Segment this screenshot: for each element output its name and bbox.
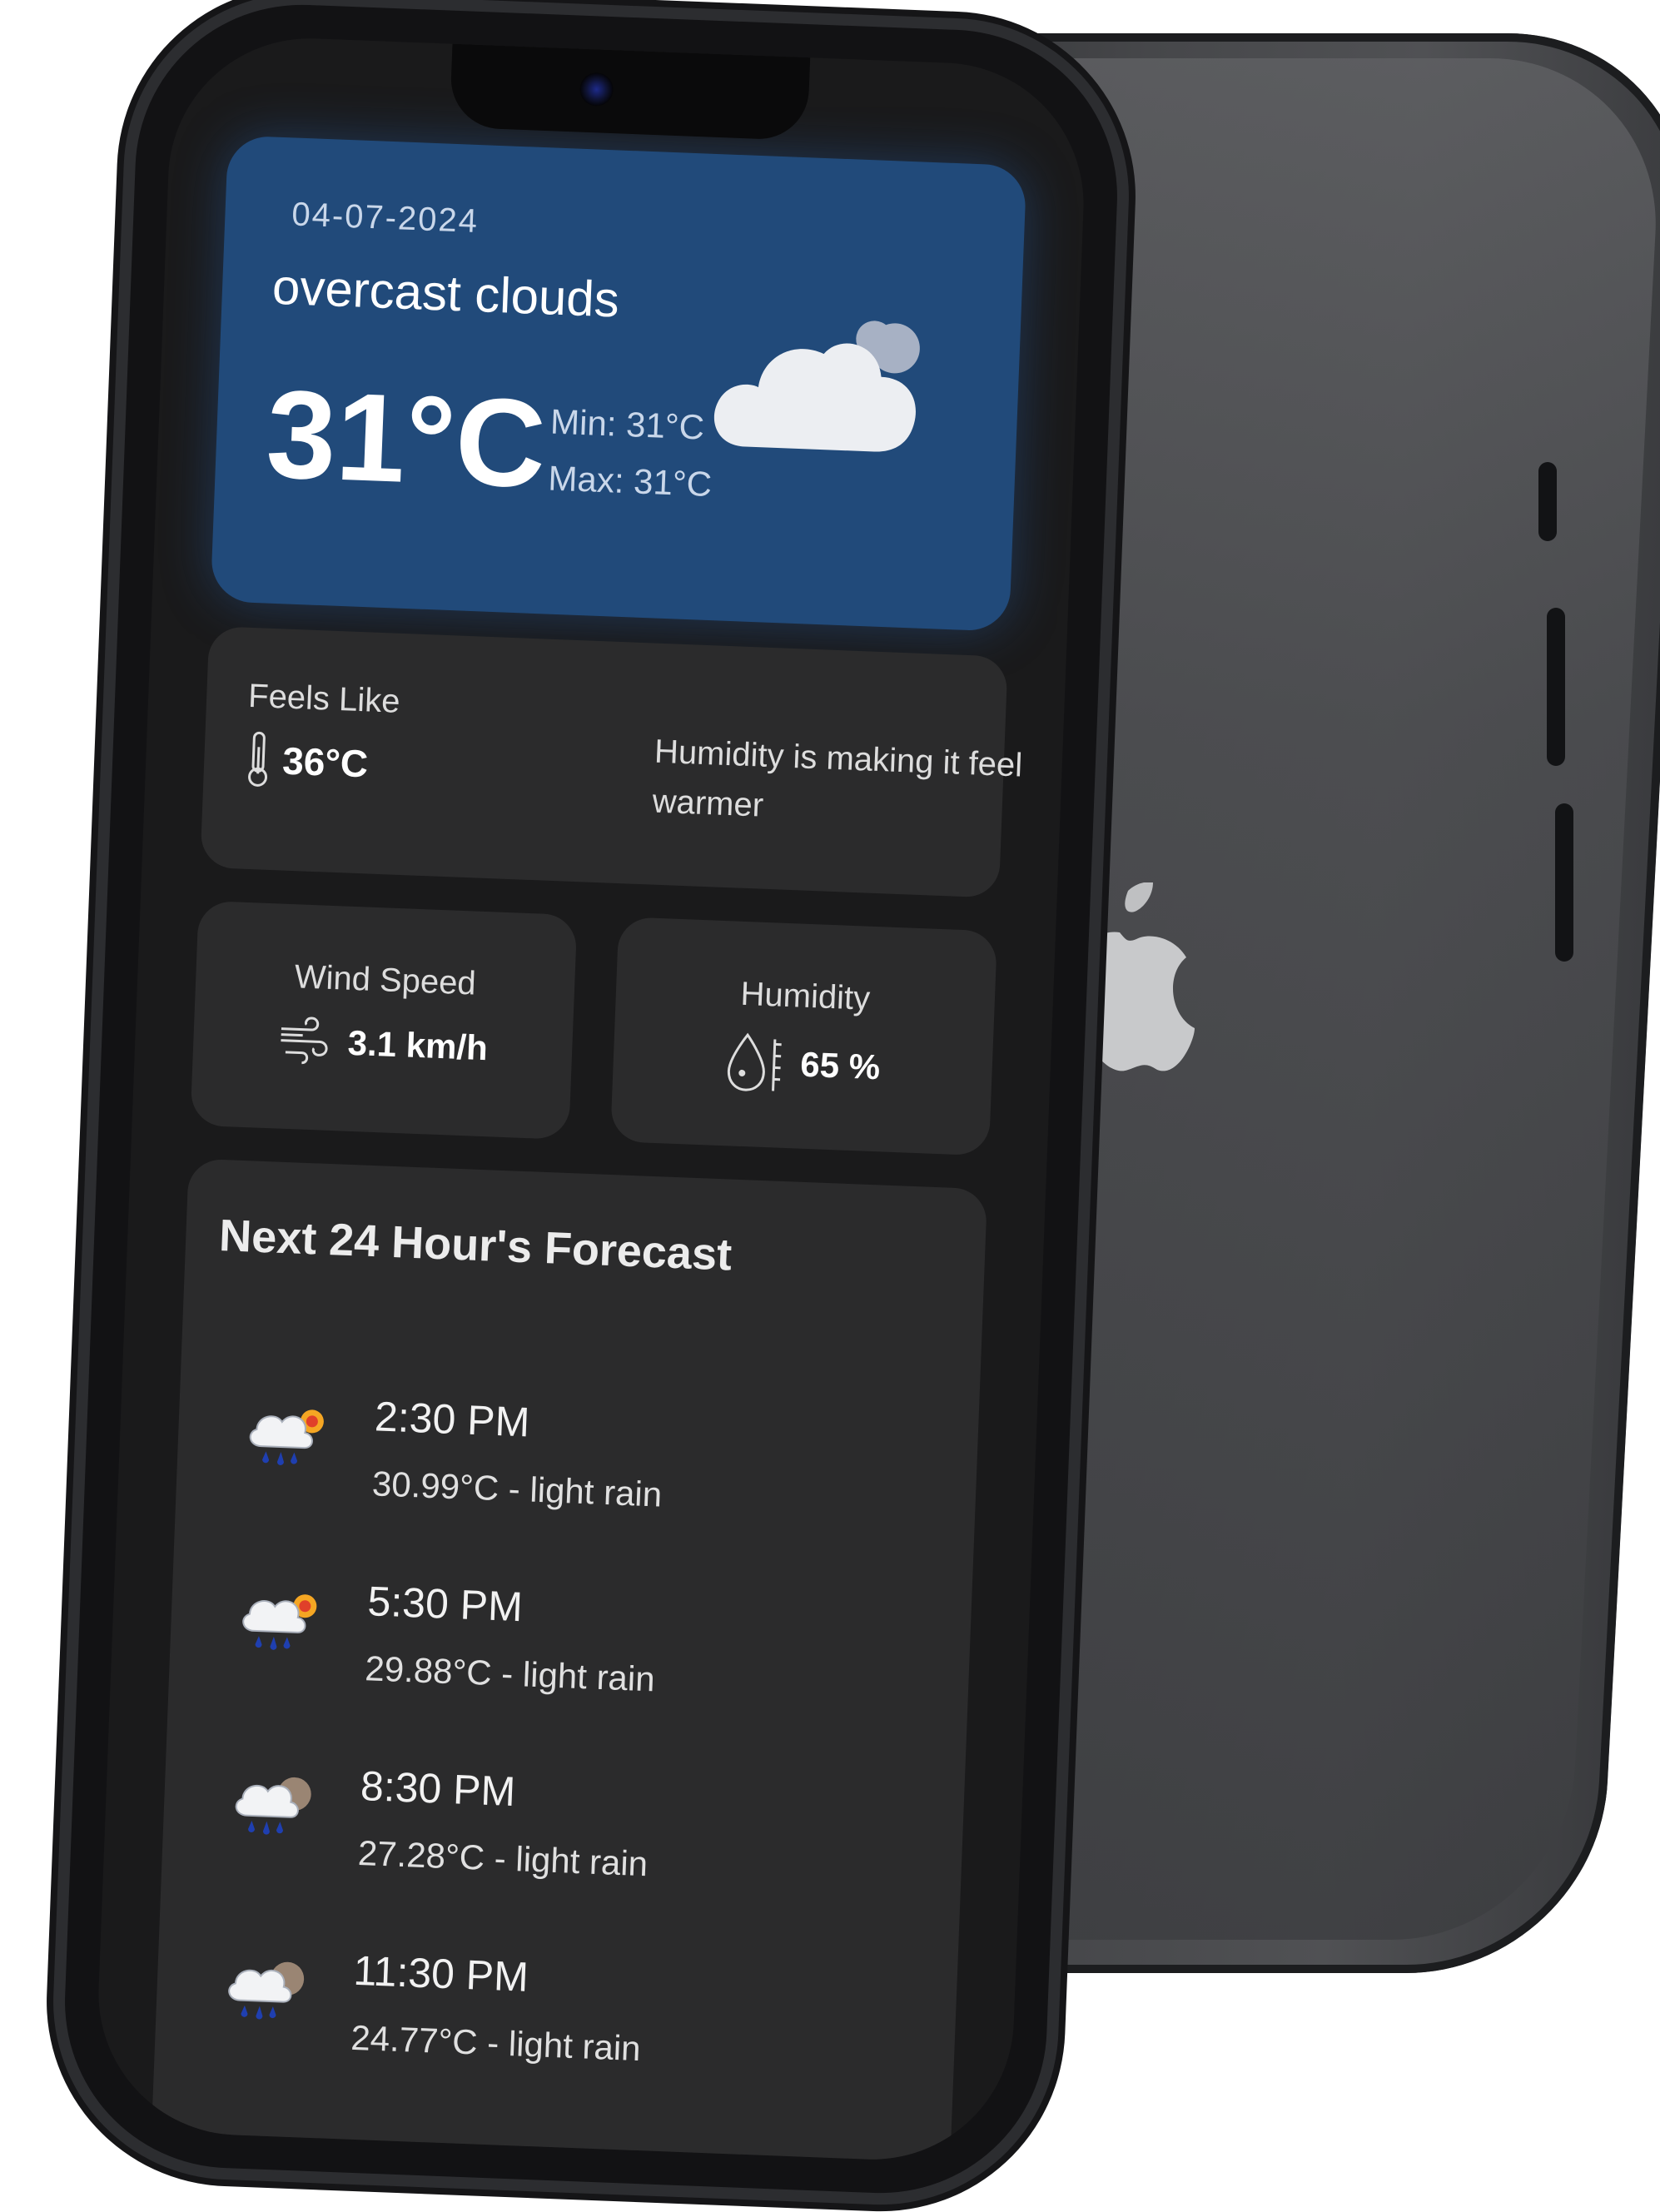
current-date: 04-07-2024 xyxy=(291,196,480,241)
notch xyxy=(449,43,811,142)
forecast-item: 11:30 PM 24.77°C - light rain xyxy=(185,1940,924,2153)
forecast-item: 2:30 PM 30.99°C - light rain xyxy=(206,1386,946,1599)
forecast-item: 5:30 PM 29.88°C - light rain xyxy=(199,1571,938,1784)
rain-sun-icon xyxy=(242,1594,317,1650)
forecast-item-text: 2:30 PM 30.99°C - light rain xyxy=(371,1392,665,1514)
app-content: 04-07-2024 overcast clouds 31°C Min: 31°… xyxy=(150,135,1027,2165)
wind-speed-value: 3.1 km/h xyxy=(346,1022,489,1068)
rain-sun-icon xyxy=(249,1409,324,1465)
weather-app-screen: 04-07-2024 overcast clouds 31°C Min: 31°… xyxy=(93,32,1089,2165)
forecast-detail: 29.88°C - light rain xyxy=(364,1648,656,1699)
min-max-temperature: Min: 31°C Max: 31°C xyxy=(547,394,715,513)
forecast-time: 11:30 PM xyxy=(352,1946,529,2001)
humidity-card: Humidity 65 % xyxy=(610,917,998,1156)
humidity-value-row: 65 % xyxy=(613,1026,994,1102)
forecast-time: 2:30 PM xyxy=(374,1393,531,1446)
wind-speed-label: Wind Speed xyxy=(294,958,477,1002)
overcast-cloud-icon xyxy=(713,321,920,452)
forecast-item-text: 11:30 PM 24.77°C - light rain xyxy=(350,1946,644,2069)
wind-speed-value-row: 3.1 km/h xyxy=(192,1011,573,1078)
forecast-detail: 24.77°C - light rain xyxy=(350,2017,642,2069)
forecast-detail: 30.99°C - light rain xyxy=(371,1464,664,1514)
forecast-list: 2:30 PM 30.99°C - light rain 5:30 PM 29.… xyxy=(185,1386,945,2153)
forecast-title: Next 24 Hour's Forecast xyxy=(218,1210,733,1280)
rain-moon-icon xyxy=(228,1961,305,2020)
stats-row: Wind Speed 3.1 km/h Humidity 65 % xyxy=(190,900,998,1156)
forecast-item: 8:30 PM 27.28°C - light rain xyxy=(192,1756,932,1969)
feels-like-label: Feels Like xyxy=(247,677,401,720)
current-temperature: 31°C xyxy=(264,363,549,514)
forecast-card: Next 24 Hour's Forecast 2:30 PM 30.99°C … xyxy=(150,1158,988,2165)
thermometer-icon xyxy=(248,731,268,787)
forecast-detail: 27.28°C - light rain xyxy=(357,1832,649,1884)
humidity-label: Humidity xyxy=(739,975,872,1017)
humidity-drop-icon xyxy=(727,1032,782,1091)
volume-up-button xyxy=(1547,608,1565,766)
volume-down-button xyxy=(1555,803,1573,962)
min-temperature: Min: 31°C xyxy=(549,401,705,447)
current-weather-card: 04-07-2024 overcast clouds 31°C Min: 31°… xyxy=(210,135,1027,632)
forecast-item-text: 8:30 PM 27.28°C - light rain xyxy=(357,1762,651,1884)
feels-like-note: Humidity is making it feel warmer xyxy=(651,733,1023,824)
front-camera-icon xyxy=(579,72,614,107)
humidity-value: 65 % xyxy=(799,1044,881,1087)
max-temperature: Max: 31°C xyxy=(547,458,713,505)
phone-front: 04-07-2024 overcast clouds 31°C Min: 31°… xyxy=(58,0,1124,2200)
forecast-item-text: 5:30 PM 29.88°C - light rain xyxy=(365,1577,659,1699)
forecast-time: 8:30 PM xyxy=(360,1762,517,1816)
forecast-time: 5:30 PM xyxy=(366,1578,524,1631)
rain-moon-icon xyxy=(235,1777,311,1835)
feels-like-value: 36°C xyxy=(281,738,370,786)
feels-like-card: Feels Like 36°C Humidity is making it fe… xyxy=(200,625,1023,898)
wind-icon xyxy=(281,1017,329,1065)
wind-speed-card: Wind Speed 3.1 km/h xyxy=(190,900,578,1141)
side-button xyxy=(1538,462,1557,541)
